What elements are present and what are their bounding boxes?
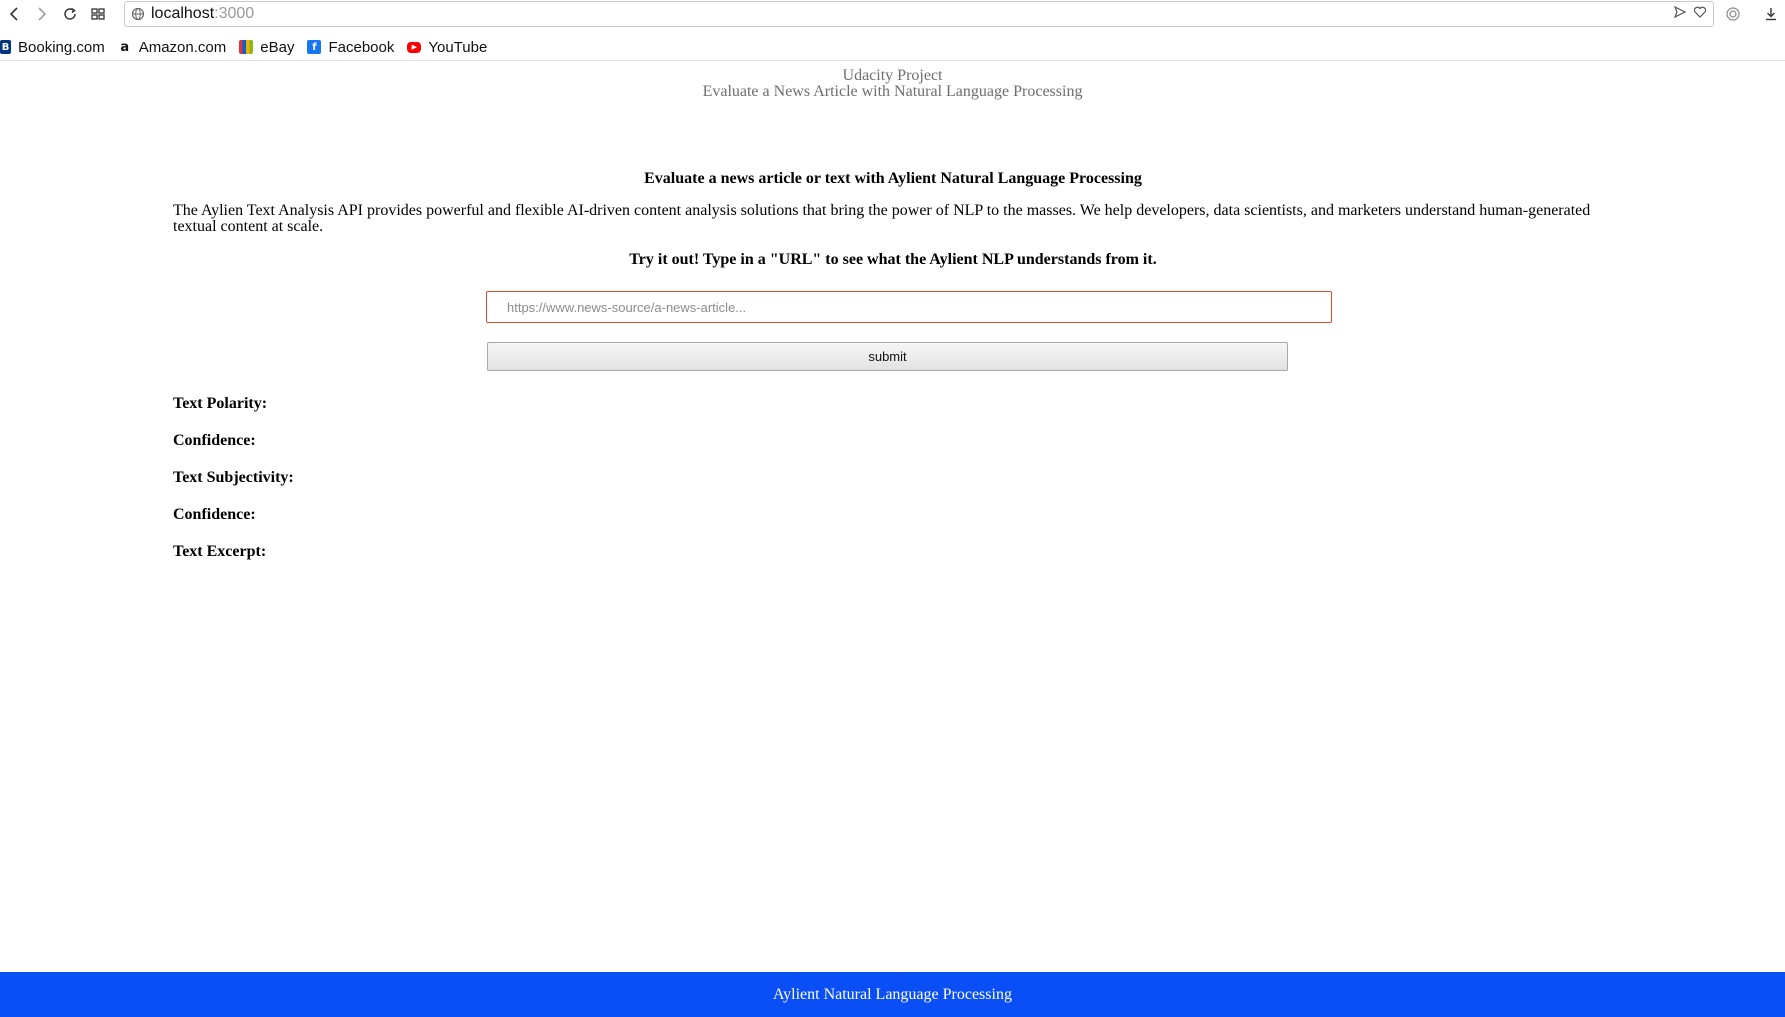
facebook-icon: f xyxy=(307,40,322,54)
amazon-icon: a xyxy=(120,39,130,55)
main-content: Evaluate a news article or text with Ayl… xyxy=(173,170,1613,269)
results-section: Text Polarity: Confidence: Text Subjecti… xyxy=(173,395,294,580)
booking-icon: B xyxy=(0,40,11,54)
footer-text: Aylient Natural Language Processing xyxy=(773,986,1012,1003)
reload-icon[interactable] xyxy=(56,0,84,28)
bookmark-ebay[interactable]: eBay xyxy=(239,34,294,60)
page-header: Udacity Project Evaluate a News Article … xyxy=(0,68,1785,100)
bookmark-label: YouTube xyxy=(428,38,488,56)
try-heading: Try it out! Type in a "URL" to see what … xyxy=(629,251,1157,268)
api-description: The Aylien Text Analysis API provides po… xyxy=(173,202,1591,235)
bookmark-booking[interactable]: B Booking.com xyxy=(0,34,105,60)
header-subtitle: Evaluate a News Article with Natural Lan… xyxy=(702,83,1083,100)
footer: Aylient Natural Language Processing xyxy=(0,972,1785,1017)
bookmarks-bar: B Booking.com a Amazon.com eBay f Facebo… xyxy=(0,34,1785,61)
address-bar[interactable]: localhost:3000 xyxy=(124,1,1714,27)
text-polarity-label: Text Polarity: xyxy=(173,395,268,412)
text-subjectivity-label: Text Subjectivity: xyxy=(173,469,294,486)
youtube-icon: ▶ xyxy=(407,41,422,53)
back-icon[interactable] xyxy=(0,0,28,28)
header-title: Udacity Project xyxy=(842,67,943,84)
bookmark-label: Booking.com xyxy=(18,38,105,56)
ebay-icon xyxy=(239,40,254,54)
text-excerpt-label: Text Excerpt: xyxy=(173,543,267,560)
url-input[interactable] xyxy=(486,291,1332,323)
bookmark-facebook[interactable]: f Facebook xyxy=(307,34,394,60)
bookmark-youtube[interactable]: ▶ YouTube xyxy=(407,34,487,60)
url-host: localhost xyxy=(151,5,215,22)
bookmark-label: Amazon.com xyxy=(138,38,227,56)
speed-dial-icon[interactable] xyxy=(84,0,112,28)
main-heading: Evaluate a news article or text with Ayl… xyxy=(644,170,1142,187)
submit-button[interactable]: submit xyxy=(487,342,1288,371)
bookmark-amazon[interactable]: a Amazon.com xyxy=(118,34,227,60)
heart-icon[interactable] xyxy=(1693,5,1707,23)
bookmark-label: Facebook xyxy=(328,38,395,56)
polarity-confidence-label: Confidence: xyxy=(173,432,256,449)
forward-icon[interactable] xyxy=(28,0,56,28)
download-icon[interactable] xyxy=(1757,0,1785,28)
subjectivity-confidence-label: Confidence: xyxy=(173,506,256,523)
bookmark-label: eBay xyxy=(260,38,295,56)
browser-toolbar: localhost:3000 xyxy=(0,0,1785,28)
send-icon[interactable] xyxy=(1673,5,1687,23)
url-port: :3000 xyxy=(214,5,255,22)
account-icon[interactable] xyxy=(1719,0,1747,28)
globe-icon xyxy=(125,7,151,21)
